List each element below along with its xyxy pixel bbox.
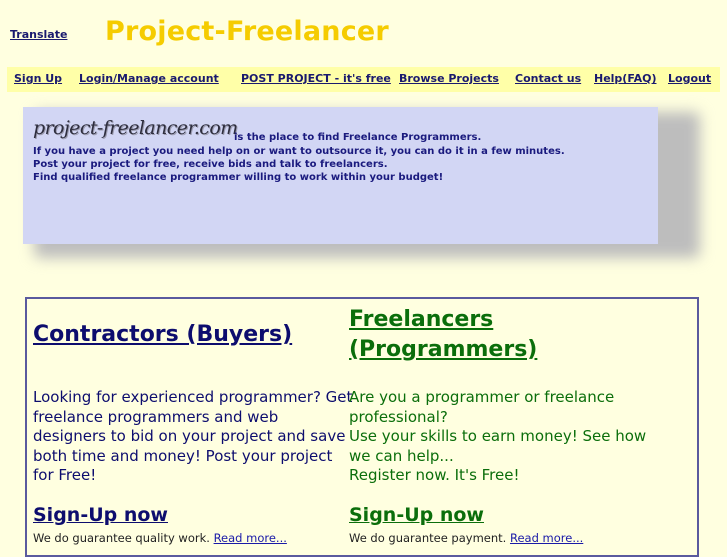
nav-sign-up[interactable]: Sign Up: [14, 72, 62, 85]
nav-bar: Sign Up Login/Manage account POST PROJEC…: [7, 67, 720, 92]
contractors-heading-link[interactable]: Contractors (Buyers): [33, 320, 292, 350]
intro-tagline: is the place to find Freelance Programme…: [234, 132, 482, 143]
freelancers-read-more-link[interactable]: Read more...: [510, 531, 583, 545]
translate-link[interactable]: Translate: [10, 28, 67, 41]
freelancers-signup-link[interactable]: Sign-Up now: [349, 504, 484, 526]
intro-line: If you have a project you need help on o…: [33, 146, 565, 157]
contractors-guarantee: We do guarantee quality work. Read more.…: [33, 531, 287, 545]
header: Translate Project-Freelancer: [0, 0, 727, 66]
intro-line: Post your project for free, receive bids…: [33, 159, 388, 170]
intro-line: Find qualified freelance programmer will…: [33, 172, 444, 183]
site-logo-text: project-freelancer.com: [33, 117, 238, 139]
freelancers-guarantee: We do guarantee payment. Read more...: [349, 531, 583, 545]
nav-contact-us[interactable]: Contact us: [515, 72, 581, 85]
nav-browse-projects[interactable]: Browse Projects: [399, 72, 499, 85]
nav-logout[interactable]: Logout: [668, 72, 711, 85]
nav-login-manage-account[interactable]: Login/Manage account: [79, 72, 219, 85]
contractors-description: Looking for experienced programmer? Get …: [33, 388, 353, 484]
freelancers-guarantee-text: We do guarantee payment.: [349, 531, 507, 545]
contractors-guarantee-text: We do guarantee quality work.: [33, 531, 210, 545]
nav-help-faq[interactable]: Help(FAQ): [594, 72, 656, 85]
main-content-box: Contractors (Buyers) Looking for experie…: [25, 297, 699, 557]
freelancers-description: Are you a programmer or freelance profes…: [349, 388, 659, 486]
site-title: Project-Freelancer: [105, 16, 389, 47]
freelancers-description-line: Use your skills to earn money! See how w…: [349, 427, 647, 465]
contractors-signup-link[interactable]: Sign-Up now: [33, 504, 168, 526]
nav-post-project[interactable]: POST PROJECT - it's free: [241, 72, 391, 85]
freelancers-heading-link[interactable]: Freelancers (Programmers): [349, 305, 649, 365]
intro-panel: project-freelancer.com is the place to f…: [23, 107, 658, 244]
contractors-read-more-link[interactable]: Read more...: [214, 531, 287, 545]
freelancers-description-line: Register now. It's Free!: [349, 466, 520, 484]
freelancers-description-line: Are you a programmer or freelance profes…: [349, 388, 615, 426]
